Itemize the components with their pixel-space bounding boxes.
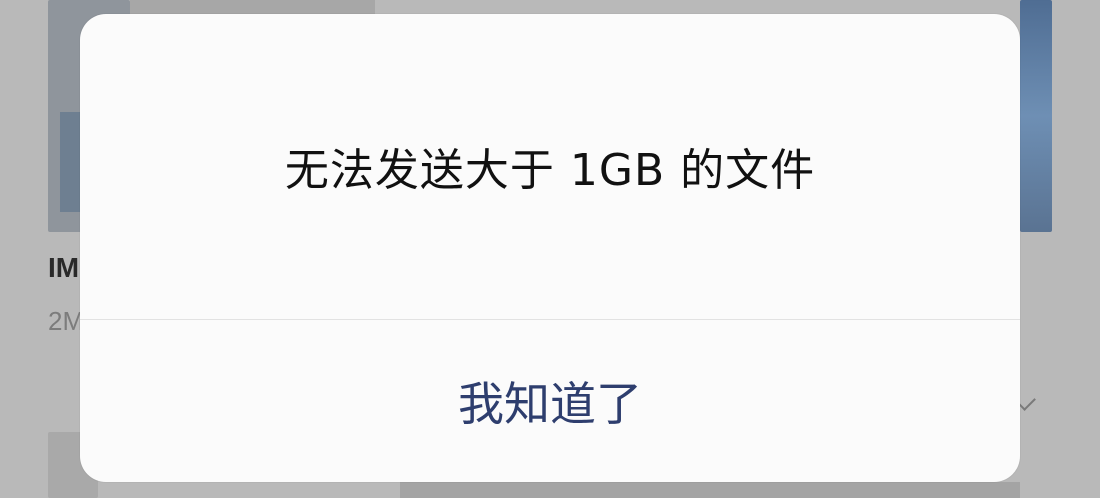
background-file-name: IM [48, 252, 80, 283]
acknowledge-button-label: 我知道了 [458, 377, 642, 431]
screen: IM 2M 无法发送大于 1GB 的文件 我知道了 [0, 0, 1100, 498]
alert-dialog: 无法发送大于 1GB 的文件 我知道了 [80, 14, 1020, 482]
acknowledge-button[interactable]: 我知道了 [80, 320, 1020, 482]
background-file-size: 2M [48, 306, 85, 336]
alert-message: 无法发送大于 1GB 的文件 [284, 145, 816, 196]
background-top-bar [130, 0, 375, 14]
background-photo-thumbnail [1020, 0, 1052, 232]
background-bottom-strip [400, 482, 1020, 498]
alert-message-area: 无法发送大于 1GB 的文件 [80, 14, 1020, 318]
